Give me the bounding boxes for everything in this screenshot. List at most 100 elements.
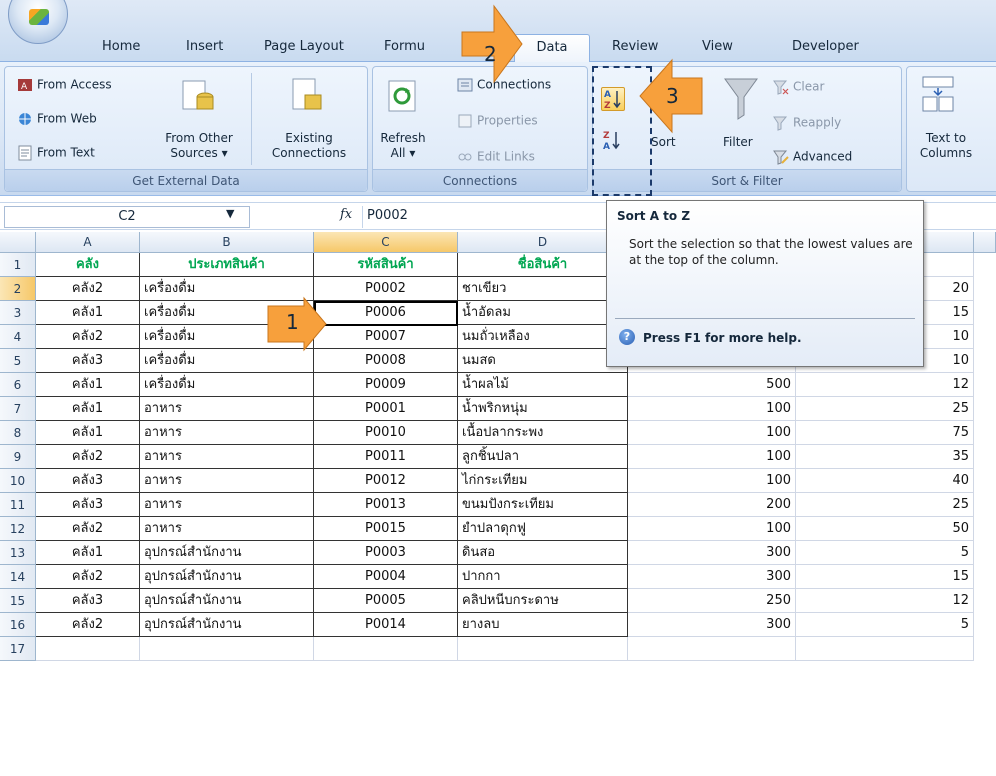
header-cell[interactable]: ชื่อสินค้า xyxy=(458,253,628,277)
header-cell[interactable]: คลัง xyxy=(36,253,140,277)
table-cell[interactable]: P0013 xyxy=(314,493,458,517)
row-header[interactable]: 11 xyxy=(0,493,36,517)
column-header-d[interactable]: D xyxy=(458,232,628,253)
table-cell[interactable]: ดินสอ xyxy=(458,541,628,565)
row-header[interactable]: 2 xyxy=(0,277,36,301)
row-header[interactable]: 14 xyxy=(0,565,36,589)
table-cell[interactable]: น้ำพริกหนุ่ม xyxy=(458,397,628,421)
column-header-a[interactable]: A xyxy=(36,232,140,253)
row-header[interactable]: 16 xyxy=(0,613,36,637)
properties-button[interactable]: Properties xyxy=(457,113,538,129)
row-header[interactable]: 6 xyxy=(0,373,36,397)
table-cell[interactable]: ชาเขียว xyxy=(458,277,628,301)
table-cell[interactable]: คลัง1 xyxy=(36,397,140,421)
table-cell[interactable]: คลัง1 xyxy=(36,373,140,397)
table-cell[interactable]: อุปกรณ์สำนักงาน xyxy=(140,589,314,613)
table-cell[interactable]: อาหาร xyxy=(140,493,314,517)
empty-cell[interactable] xyxy=(314,637,458,661)
table-cell[interactable]: เครื่องดื่ม xyxy=(140,373,314,397)
table-cell[interactable]: คลัง1 xyxy=(36,421,140,445)
table-cell[interactable]: P0012 xyxy=(314,469,458,493)
table-cell[interactable]: 300 xyxy=(628,541,796,565)
table-cell[interactable]: ลูกชิ้นปลา xyxy=(458,445,628,469)
table-cell[interactable]: คลัง2 xyxy=(36,445,140,469)
table-cell[interactable]: 100 xyxy=(628,517,796,541)
table-cell[interactable]: คลัง1 xyxy=(36,301,140,325)
table-cell[interactable]: P0011 xyxy=(314,445,458,469)
table-cell[interactable]: 300 xyxy=(628,613,796,637)
table-cell[interactable]: นมสด xyxy=(458,349,628,373)
table-cell[interactable]: P0010 xyxy=(314,421,458,445)
table-cell[interactable]: P0003 xyxy=(314,541,458,565)
table-cell[interactable]: 100 xyxy=(628,397,796,421)
reapply-button[interactable]: Reapply xyxy=(773,115,841,131)
from-other-sources-button[interactable]: From Other Sources ▾ xyxy=(155,131,243,161)
advanced-button[interactable]: Advanced xyxy=(773,149,852,165)
existing-connections-button[interactable]: Existing Connections xyxy=(257,131,361,161)
table-cell[interactable]: คลัง2 xyxy=(36,565,140,589)
table-cell[interactable]: 35 xyxy=(796,445,974,469)
table-cell[interactable]: 100 xyxy=(628,445,796,469)
table-cell[interactable]: 50 xyxy=(796,517,974,541)
tab-formulas[interactable]: Formu xyxy=(376,34,433,62)
tab-insert[interactable]: Insert xyxy=(178,34,231,62)
table-cell[interactable]: คลัง3 xyxy=(36,493,140,517)
table-cell[interactable]: คลัง3 xyxy=(36,469,140,493)
table-cell[interactable]: 5 xyxy=(796,613,974,637)
row-header[interactable]: 9 xyxy=(0,445,36,469)
table-cell[interactable]: P0009 xyxy=(314,373,458,397)
table-cell[interactable]: P0015 xyxy=(314,517,458,541)
table-cell[interactable]: น้ำอัดลม xyxy=(458,301,628,325)
table-cell[interactable]: อุปกรณ์สำนักงาน xyxy=(140,565,314,589)
table-cell[interactable]: คลิปหนีบกระดาษ xyxy=(458,589,628,613)
row-header[interactable]: 12 xyxy=(0,517,36,541)
table-cell[interactable]: อาหาร xyxy=(140,469,314,493)
table-cell[interactable]: 12 xyxy=(796,589,974,613)
column-header-b[interactable]: B xyxy=(140,232,314,253)
table-cell[interactable]: P0005 xyxy=(314,589,458,613)
table-cell[interactable]: ยางลบ xyxy=(458,613,628,637)
column-header-g[interactable] xyxy=(974,232,996,253)
table-cell[interactable]: คลัง1 xyxy=(36,541,140,565)
table-cell[interactable]: 100 xyxy=(628,421,796,445)
table-cell[interactable]: 100 xyxy=(628,469,796,493)
table-cell[interactable]: อาหาร xyxy=(140,397,314,421)
table-cell[interactable]: ปากกา xyxy=(458,565,628,589)
from-access-button[interactable]: A From Access xyxy=(17,77,112,93)
table-cell[interactable]: 300 xyxy=(628,565,796,589)
from-text-button[interactable]: From Text xyxy=(17,145,95,161)
table-cell[interactable]: 12 xyxy=(796,373,974,397)
table-cell[interactable]: 40 xyxy=(796,469,974,493)
from-web-button[interactable]: From Web xyxy=(17,111,97,127)
insert-function-icon[interactable]: fx xyxy=(340,207,352,222)
table-cell[interactable]: น้ำผลไม้ xyxy=(458,373,628,397)
table-cell[interactable]: 25 xyxy=(796,397,974,421)
tab-data[interactable]: Data xyxy=(514,34,590,62)
table-cell[interactable]: คลัง2 xyxy=(36,517,140,541)
table-cell[interactable]: ขนมปังกระเทียม xyxy=(458,493,628,517)
row-header[interactable]: 13 xyxy=(0,541,36,565)
table-cell[interactable]: P0002 xyxy=(314,277,458,301)
row-header[interactable]: 8 xyxy=(0,421,36,445)
name-box-dropdown-icon[interactable]: ▼ xyxy=(226,207,234,220)
table-cell[interactable]: P0008 xyxy=(314,349,458,373)
row-header[interactable]: 5 xyxy=(0,349,36,373)
table-cell[interactable]: คลัง3 xyxy=(36,349,140,373)
tab-home[interactable]: Home xyxy=(94,34,148,62)
refresh-all-button[interactable]: Refresh All ▾ xyxy=(379,131,427,161)
office-button[interactable] xyxy=(8,0,68,44)
table-cell[interactable]: อาหาร xyxy=(140,421,314,445)
empty-cell[interactable] xyxy=(458,637,628,661)
table-cell[interactable]: 250 xyxy=(628,589,796,613)
row-header[interactable]: 15 xyxy=(0,589,36,613)
table-cell[interactable]: P0014 xyxy=(314,613,458,637)
table-cell[interactable]: 75 xyxy=(796,421,974,445)
name-box[interactable]: C2 xyxy=(4,206,250,228)
table-cell[interactable]: P0004 xyxy=(314,565,458,589)
table-cell[interactable]: คลัง3 xyxy=(36,589,140,613)
row-header[interactable]: 1 xyxy=(0,253,36,277)
row-header[interactable]: 17 xyxy=(0,637,36,661)
tab-developer[interactable]: Developer xyxy=(784,34,867,62)
row-header[interactable]: 4 xyxy=(0,325,36,349)
table-cell[interactable]: คลัง2 xyxy=(36,613,140,637)
